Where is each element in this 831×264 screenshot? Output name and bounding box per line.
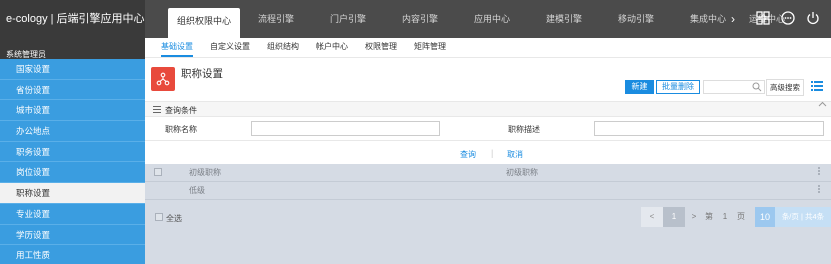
query-form: 职称名称 职称描述 <box>145 117 831 141</box>
sidebar-header: 系统管理员 <box>0 38 145 59</box>
cancel-button[interactable]: 取消 <box>507 149 523 160</box>
query-separator: | <box>491 148 494 158</box>
advanced-search-button[interactable]: 高级搜索 <box>766 79 804 96</box>
subnav-permission[interactable]: 权限管理 <box>365 38 397 57</box>
app-brand: e-cology | 后端引擎应用中心 <box>0 0 145 38</box>
row-name: 低级 <box>189 186 205 195</box>
select-all-label: 全选 <box>166 214 182 223</box>
page-title: 职称设置 <box>181 68 223 80</box>
sidebar: 系统管理员 国家设置 省份设置 城市设置 办公地点 职务设置 岗位设置 职称设置… <box>0 38 145 264</box>
search-input[interactable] <box>703 80 765 94</box>
subnav-matrix[interactable]: 矩阵管理 <box>414 38 446 57</box>
sidebar-item-office[interactable]: 办公地点 <box>0 121 145 142</box>
row-checkbox[interactable] <box>154 168 162 176</box>
sidebar-item-duty[interactable]: 职务设置 <box>0 142 145 163</box>
power-icon[interactable] <box>806 11 820 25</box>
pager-prev-button[interactable]: < <box>641 207 663 227</box>
pager-next-button[interactable]: > <box>685 207 703 227</box>
pager-page-size[interactable]: 10 <box>755 207 775 227</box>
more-icon[interactable] <box>781 11 795 25</box>
row-desc: 初级职称 <box>506 168 538 177</box>
pager-page-input[interactable]: 1 <box>715 207 735 227</box>
batch-delete-button[interactable]: 批量删除 <box>656 80 700 94</box>
chevron-up-icon[interactable] <box>818 101 827 107</box>
title-desc-label: 职称描述 <box>508 125 540 134</box>
query-panel-title: 查询条件 <box>165 106 197 115</box>
hierarchy-icon <box>156 72 170 86</box>
pager-label-ye: 页 <box>737 212 745 221</box>
tab-app-center[interactable]: 应用中心 <box>456 0 528 38</box>
tab-mobile[interactable]: 移动引擎 <box>600 0 672 38</box>
subnav-org-structure[interactable]: 组织结构 <box>267 38 299 57</box>
subnav-custom-settings[interactable]: 自定义设置 <box>210 38 250 57</box>
row-menu-icon[interactable] <box>818 167 820 177</box>
sub-nav: 基础设置 自定义设置 组织结构 帐户中心 权限管理 矩阵管理 <box>145 38 831 58</box>
list-view-icon[interactable] <box>811 81 823 91</box>
org-tree-icon <box>151 67 175 91</box>
tab-portal[interactable]: 门户引擎 <box>312 0 384 38</box>
title-desc-input[interactable] <box>594 121 824 136</box>
sidebar-item-title[interactable]: 职称设置 <box>0 183 145 204</box>
row-name: 初级职称 <box>189 168 221 177</box>
pager-info: 条/页 | 共4条 <box>775 207 831 227</box>
top-tabs: 组织权限中心 流程引擎 门户引擎 内容引擎 应用中心 建模引擎 移动引擎 集成中… <box>168 0 790 38</box>
data-table: 初级职称 初级职称 低级 全选 < 1 > 第 1 页 10 条/页 | 共4条 <box>145 164 831 264</box>
sidebar-item-employment[interactable]: 用工性质 <box>0 245 145 264</box>
tab-workflow[interactable]: 流程引擎 <box>240 0 312 38</box>
sidebar-item-city[interactable]: 城市设置 <box>0 100 145 122</box>
table-row[interactable]: 低级 <box>145 182 831 200</box>
search-icon[interactable] <box>752 82 762 92</box>
sidebar-item-province[interactable]: 省份设置 <box>0 80 145 101</box>
sidebar-item-country[interactable]: 国家设置 <box>0 59 145 80</box>
subnav-basic-settings[interactable]: 基础设置 <box>161 38 193 57</box>
query-button[interactable]: 查询 <box>460 149 476 160</box>
pager-page-1[interactable]: 1 <box>663 207 685 227</box>
sidebar-item-major[interactable]: 专业设置 <box>0 204 145 225</box>
sidebar-item-education[interactable]: 学历设置 <box>0 225 145 246</box>
query-panel-header[interactable]: 查询条件 <box>145 101 831 117</box>
new-button[interactable]: 新建 <box>625 80 654 94</box>
pager-label-di: 第 <box>705 212 713 221</box>
row-menu-icon[interactable] <box>818 185 820 195</box>
select-all-checkbox[interactable] <box>155 213 163 221</box>
tab-modeling[interactable]: 建模引擎 <box>528 0 600 38</box>
title-name-label: 职称名称 <box>165 125 197 134</box>
subnav-account-center[interactable]: 帐户中心 <box>316 38 348 57</box>
menu-icon <box>153 106 161 113</box>
tab-org-permission[interactable]: 组织权限中心 <box>168 8 240 38</box>
sidebar-item-post[interactable]: 岗位设置 <box>0 162 145 184</box>
top-bar: e-cology | 后端引擎应用中心 组织权限中心 流程引擎 门户引擎 内容引… <box>0 0 831 38</box>
tab-content[interactable]: 内容引擎 <box>384 0 456 38</box>
tabs-more-arrow[interactable]: › <box>731 12 735 26</box>
title-name-input[interactable] <box>251 121 440 136</box>
table-row[interactable]: 初级职称 初级职称 <box>145 164 831 182</box>
grid-icon[interactable] <box>756 11 770 25</box>
